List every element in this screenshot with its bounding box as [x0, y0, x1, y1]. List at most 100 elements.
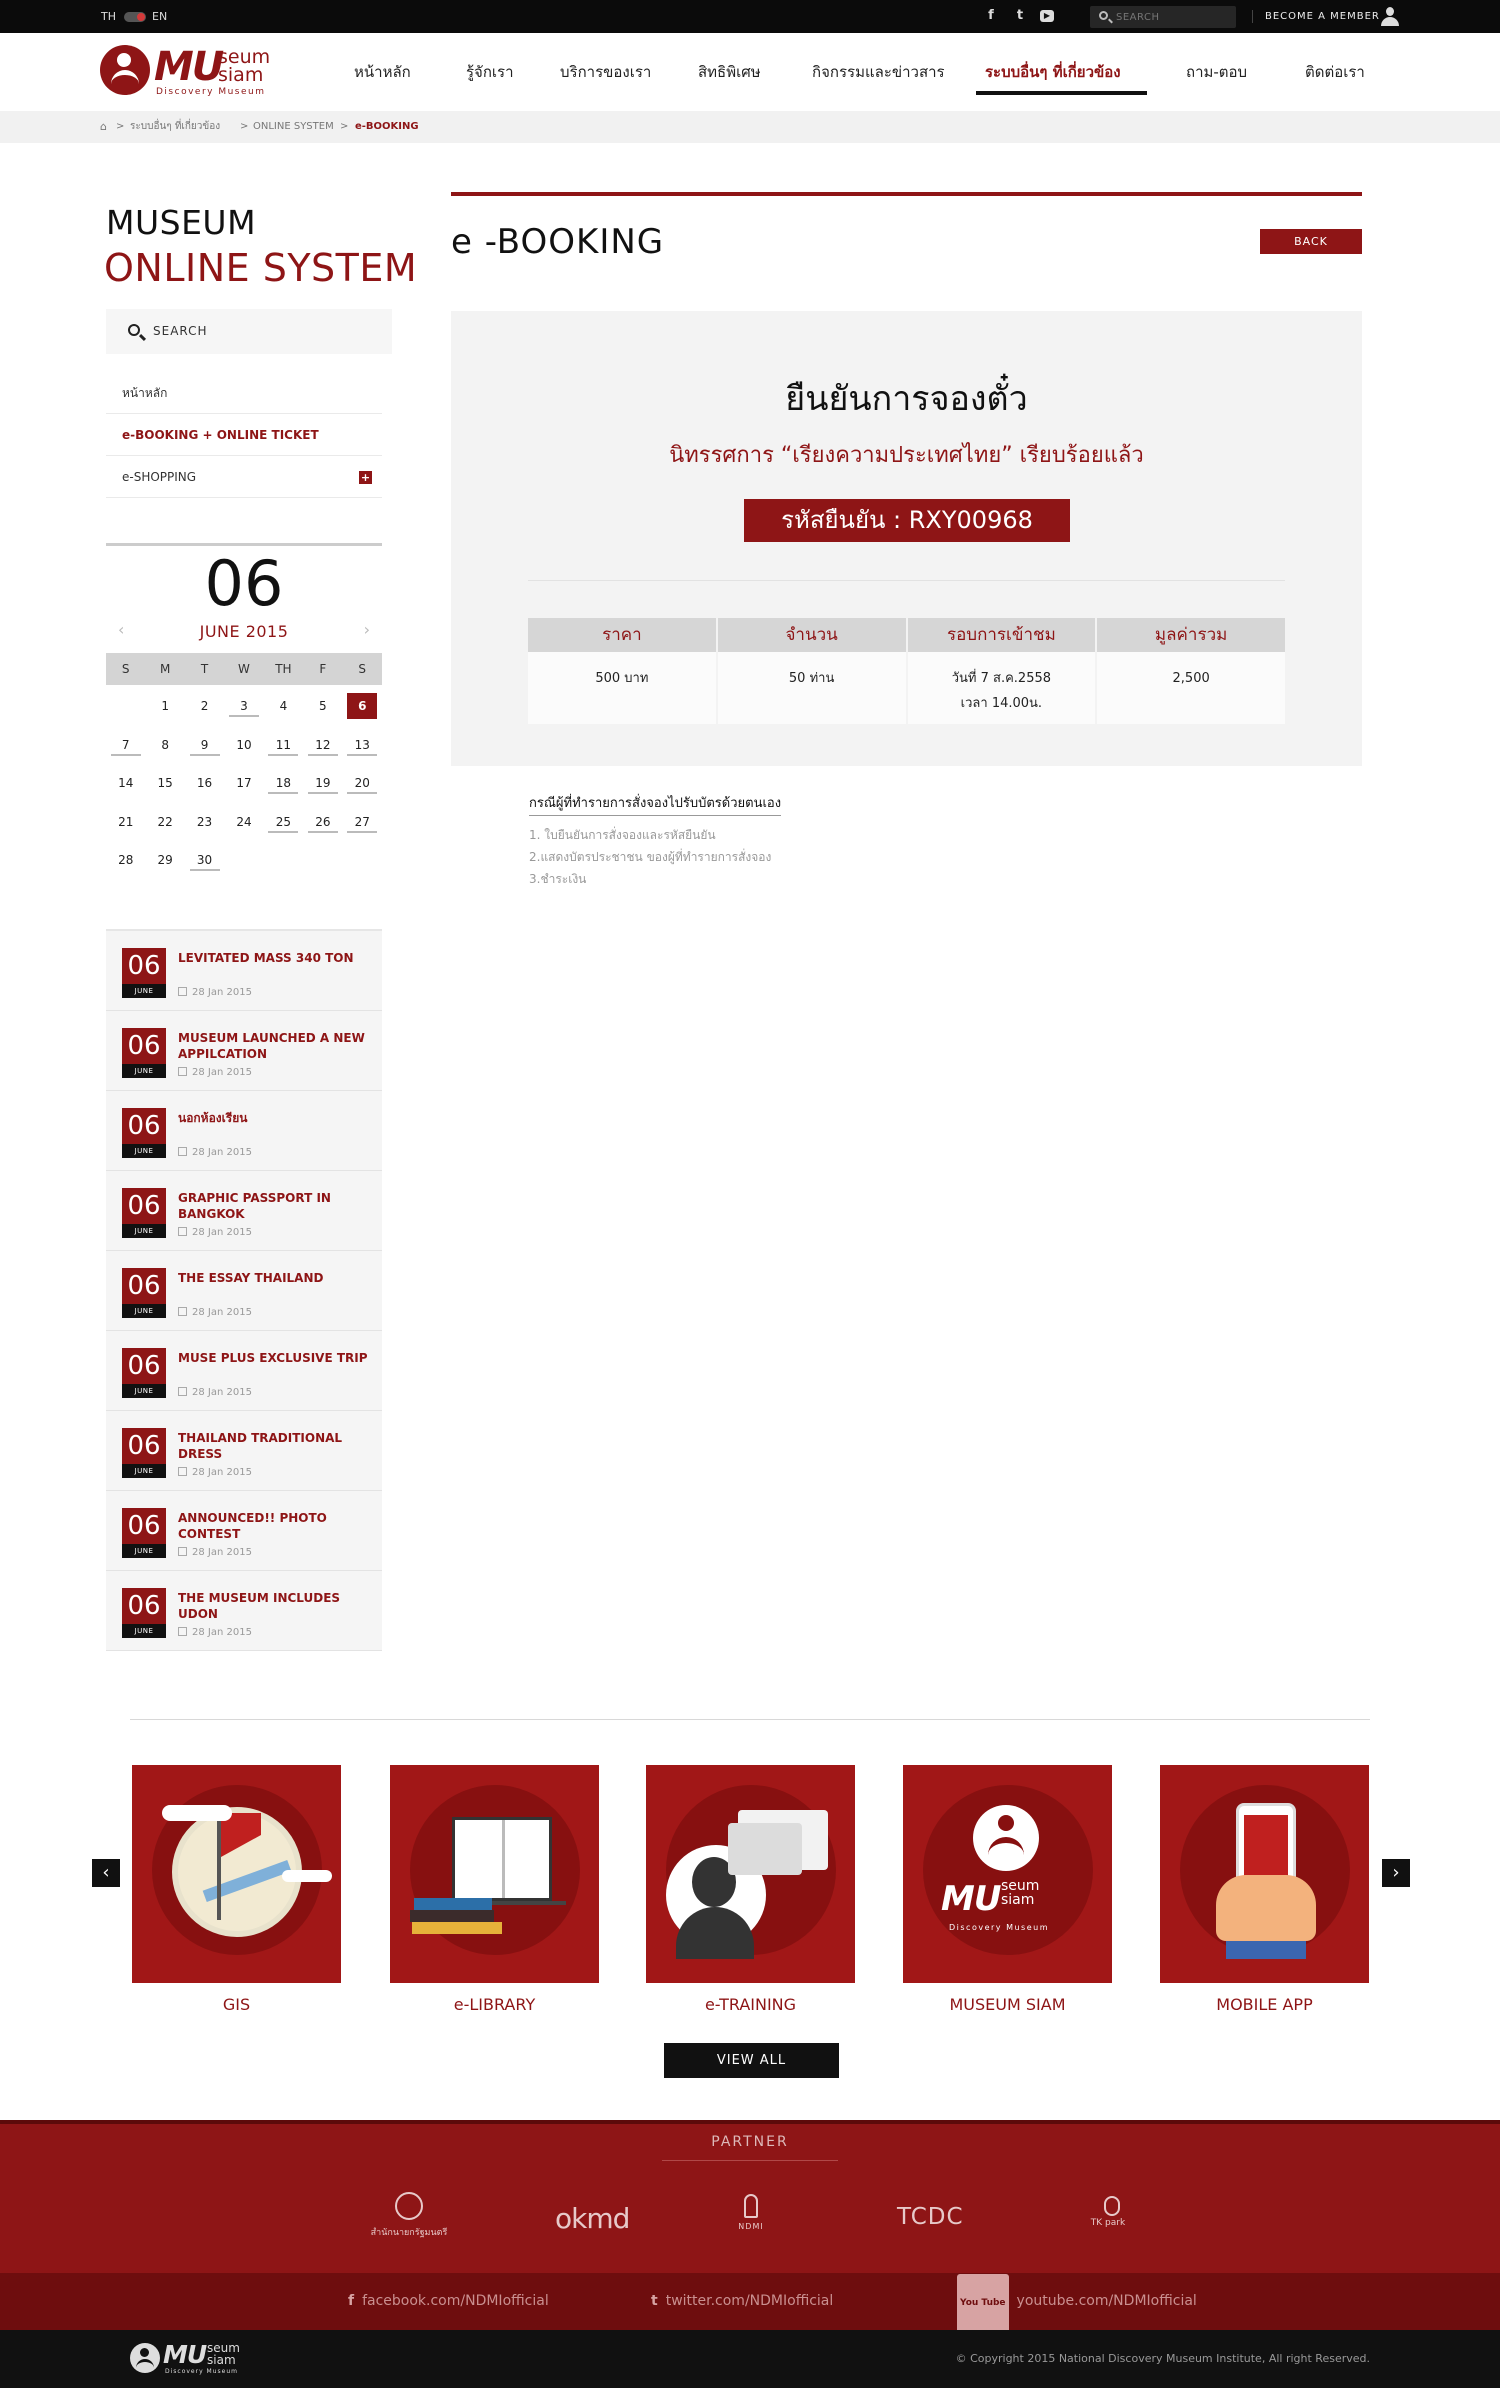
column-header-session: รอบการเข้าชม [908, 618, 1098, 652]
calendar-day[interactable]: 3 [229, 695, 259, 717]
feature-card-gis[interactable]: GIS [132, 1765, 341, 2014]
back-button[interactable]: BACK [1260, 229, 1362, 254]
twitter-icon[interactable]: t [1011, 7, 1029, 25]
nav-home[interactable]: หน้าหลัก [354, 60, 411, 84]
carousel-next-button[interactable]: › [1382, 1859, 1410, 1887]
user-icon[interactable] [1380, 7, 1400, 27]
expand-plus-icon[interactable]: + [359, 471, 372, 484]
calendar-day[interactable]: 29 [150, 849, 180, 871]
feature-card-etraining[interactable]: e-TRAINING [646, 1765, 855, 2014]
youtube-link[interactable]: You Tube youtube.com/NDMIofficial [957, 2273, 1197, 2333]
calendar-day[interactable]: 19 [307, 772, 338, 794]
calendar-day[interactable]: 26 [307, 811, 338, 833]
partner-logo-pm-office[interactable]: สำนักนายกรัฐมนตรี [368, 2192, 450, 2239]
partner-name: NDMI [738, 2222, 764, 2231]
feature-card-mobile-app[interactable]: MOBILE APP [1160, 1765, 1369, 2014]
calendar-day[interactable]: 30 [189, 849, 220, 871]
top-search-input[interactable] [1116, 9, 1230, 25]
calendar-day[interactable]: 11 [268, 734, 299, 756]
list-item[interactable]: 06 JUNE THAILAND TRADITIONAL DRESS 28 Jan 2… [106, 1411, 382, 1491]
list-item[interactable]: 06 JUNE THE ESSAY THAILAND 28 Jan 2015 [106, 1251, 382, 1331]
site-logo[interactable]: MU seum siam Discovery Museum [100, 45, 300, 101]
breadcrumb-item[interactable]: ONLINE SYSTEM [253, 111, 334, 143]
sidebar-item-eshopping[interactable]: e-SHOPPING + [106, 456, 382, 498]
become-member-link[interactable]: BECOME A MEMBER [1265, 0, 1380, 33]
nav-services[interactable]: บริการของเรา [560, 60, 651, 84]
feature-card-elibrary[interactable]: e-LIBRARY [390, 1765, 599, 2014]
facebook-link[interactable]: f facebook.com/NDMIofficial [348, 2273, 549, 2330]
sidebar-item-ebooking[interactable]: e-BOOKING + ONLINE TICKET [106, 414, 382, 456]
sidebar-item-home[interactable]: หน้าหลัก [106, 372, 382, 414]
breadcrumb-item[interactable]: ระบบอื่นๆ ที่เกี่ยวข้อง [130, 111, 220, 143]
partner-logo-ndmi[interactable]: NDMI [734, 2194, 768, 2231]
confirmation-title: ยืนยันการจองตั๋ว [785, 379, 1028, 419]
nav-related-systems[interactable]: ระบบอื่นๆ ที่เกี่ยวข้อง [985, 60, 1121, 84]
carousel-prev-button[interactable]: ‹ [92, 1859, 120, 1887]
news-title[interactable]: THE ESSAY THAILAND [178, 1270, 373, 1286]
nav-faq[interactable]: ถาม-ตอบ [1186, 60, 1247, 84]
calendar-day[interactable]: 13 [347, 734, 378, 756]
partner-logo-tkpark[interactable]: TK park [1088, 2196, 1128, 2228]
view-all-button[interactable]: VIEW ALL [664, 2043, 839, 2078]
calendar-day-selected[interactable]: 6 [347, 693, 378, 719]
calendar-day[interactable]: 25 [268, 811, 299, 833]
news-title[interactable]: THE MUSEUM INCLUDES UDON [178, 1590, 373, 1622]
calendar-day[interactable]: 27 [347, 811, 378, 833]
news-title[interactable]: THAILAND TRADITIONAL DRESS [178, 1430, 373, 1462]
twitter-link[interactable]: t twitter.com/NDMIofficial [651, 2273, 833, 2330]
calendar-next-icon[interactable]: › [364, 620, 370, 639]
list-item[interactable]: 06 JUNE LEVITATED MASS 340 TON 28 Jan 2015 [106, 931, 382, 1011]
calendar-day[interactable]: 15 [150, 772, 180, 794]
calendar-day[interactable]: 5 [308, 695, 338, 717]
language-toggle[interactable] [124, 12, 146, 22]
calendar-day[interactable]: 18 [268, 772, 299, 794]
calendar-day[interactable]: 20 [347, 772, 378, 794]
book-stack-shape [414, 1898, 492, 1910]
calendar-day[interactable]: 4 [268, 695, 298, 717]
nav-about[interactable]: รู้จักเรา [466, 60, 514, 84]
calendar-day[interactable]: 2 [190, 695, 220, 717]
youtube-icon[interactable]: ▶ [1040, 10, 1054, 22]
partner-logo-tcdc[interactable]: TCDC [897, 2204, 964, 2230]
lang-en-link[interactable]: EN [152, 0, 167, 33]
calendar-day[interactable]: 10 [229, 734, 259, 756]
feature-card-museum-siam[interactable]: MU seum siam Discovery Museum MUSEUM SIAM [903, 1765, 1112, 2014]
news-title[interactable]: นอกห้องเรียน [178, 1110, 373, 1126]
calendar-day[interactable]: 8 [150, 734, 180, 756]
list-item[interactable]: 06 JUNE ANNOUNCED!! PHOTO CONTEST 28 Jan 20… [106, 1491, 382, 1571]
nav-contact[interactable]: ติดต่อเรา [1305, 60, 1365, 84]
calendar-day[interactable]: 21 [111, 811, 141, 833]
calendar-day[interactable]: 24 [229, 811, 259, 833]
news-title[interactable]: ANNOUNCED!! PHOTO CONTEST [178, 1510, 373, 1542]
calendar-day[interactable]: 7 [110, 734, 141, 756]
list-item[interactable]: 06 JUNE THE MUSEUM INCLUDES UDON 28 Jan 201… [106, 1571, 382, 1651]
calendar-day[interactable]: 16 [190, 772, 220, 794]
lang-th-link[interactable]: TH [101, 0, 116, 33]
home-icon[interactable]: ⌂ [100, 111, 107, 143]
calendar-day[interactable]: 28 [111, 849, 141, 871]
news-title[interactable]: MUSEUM LAUNCHED A NEW APPILCATION [178, 1030, 373, 1062]
list-item[interactable]: 06 JUNE MUSE PLUS EXCLUSIVE TRIP 28 Jan 201… [106, 1331, 382, 1411]
list-item[interactable]: 06 JUNE นอกห้องเรียน 28 Jan 2015 [106, 1091, 382, 1171]
news-title[interactable]: MUSE PLUS EXCLUSIVE TRIP [178, 1350, 373, 1366]
news-date-badge: 06 JUNE [122, 1428, 166, 1478]
divider [528, 580, 1285, 581]
calendar-day[interactable]: 22 [150, 811, 180, 833]
calendar-day[interactable]: 23 [190, 811, 220, 833]
calendar-day[interactable]: 17 [229, 772, 259, 794]
list-item[interactable]: 06 JUNE GRAPHIC PASSPORT IN BANGKOK 28 Jan … [106, 1171, 382, 1251]
news-title[interactable]: LEVITATED MASS 340 TON [178, 950, 373, 966]
calendar-day[interactable]: 1 [150, 695, 180, 717]
calendar-day[interactable]: 12 [307, 734, 338, 756]
footer-logo[interactable]: MU seum siam Discovery Museum [130, 2341, 260, 2377]
list-item[interactable]: 06 JUNE MUSEUM LAUNCHED A NEW APPILCATION 2… [106, 1011, 382, 1091]
calendar-day[interactable]: 14 [111, 772, 141, 794]
footer-bottom-bar: MU seum siam Discovery Museum © Copyrigh… [0, 2330, 1500, 2388]
sidebar-search[interactable]: SEARCH [106, 309, 392, 354]
news-title[interactable]: GRAPHIC PASSPORT IN BANGKOK [178, 1190, 373, 1222]
partner-logo-okmd[interactable]: okmd [555, 2202, 630, 2235]
nav-activities[interactable]: กิจกรรมและข่าวสาร [812, 60, 945, 84]
calendar-day[interactable]: 9 [189, 734, 220, 756]
nav-privileges[interactable]: สิทธิพิเศษ [698, 60, 761, 84]
facebook-icon[interactable]: f [982, 7, 1000, 25]
